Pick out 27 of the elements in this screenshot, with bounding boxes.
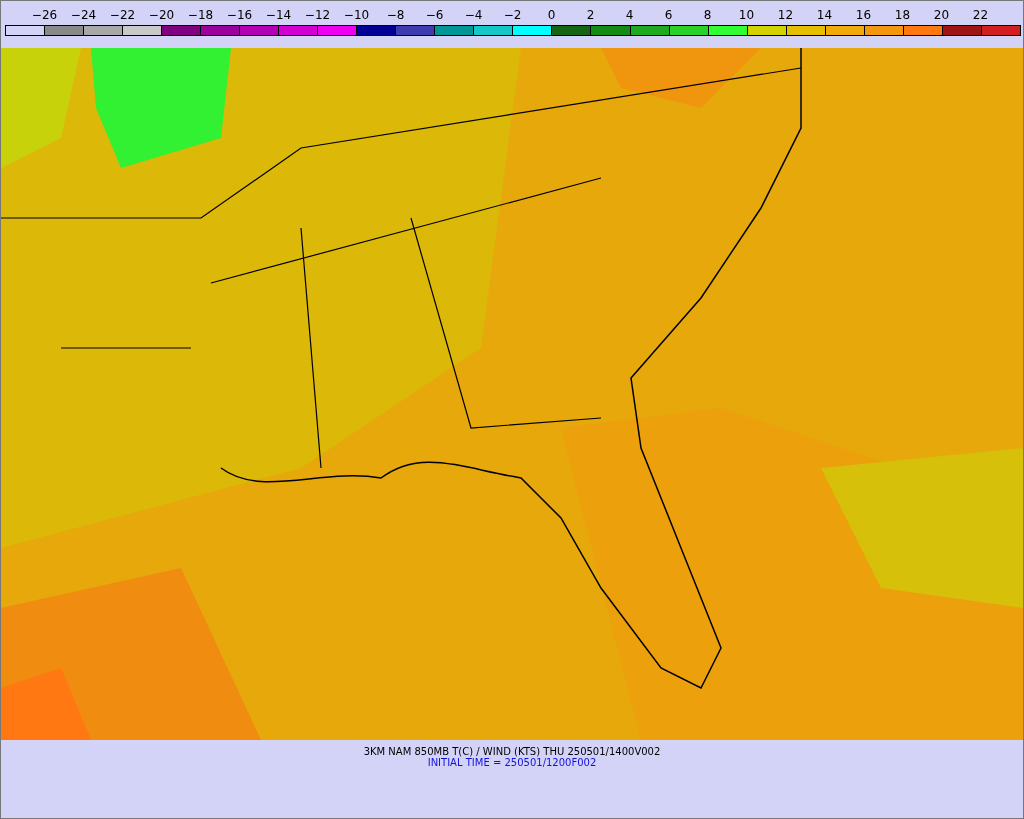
legend-label: 12	[776, 7, 795, 23]
legend-label: 10	[737, 7, 756, 23]
legend-label: 4	[624, 7, 635, 23]
legend-label: −10	[342, 7, 371, 23]
legend-label: 20	[932, 7, 951, 23]
legend-label: 8	[702, 7, 713, 23]
legend-label: 18	[893, 7, 912, 23]
legend-label: −24	[69, 7, 98, 23]
legend-label: 2	[585, 7, 596, 23]
legend-label: −8	[385, 7, 406, 23]
legend-label: 22	[971, 7, 990, 23]
legend-label: −22	[108, 7, 137, 23]
legend-label: −26	[30, 7, 59, 23]
legend-label: −14	[264, 7, 293, 23]
legend-label: −12	[303, 7, 332, 23]
initial-time-label: INITIAL TIME = 250501/1200F002	[427, 757, 597, 768]
legend-label: −18	[186, 7, 215, 23]
legend-label: −4	[463, 7, 484, 23]
legend-label: 6	[663, 7, 674, 23]
legend-label: −6	[424, 7, 445, 23]
legend-label: −20	[147, 7, 176, 23]
legend-label: 14	[815, 7, 834, 23]
legend-label: −2	[502, 7, 523, 23]
legend-label: −16	[225, 7, 254, 23]
legend-label: 16	[854, 7, 873, 23]
legend-label: 0	[546, 7, 557, 23]
chart-title: 3KM NAM 850MB T(C) / WIND (KTS) THU 250501/1400V002	[363, 746, 661, 757]
